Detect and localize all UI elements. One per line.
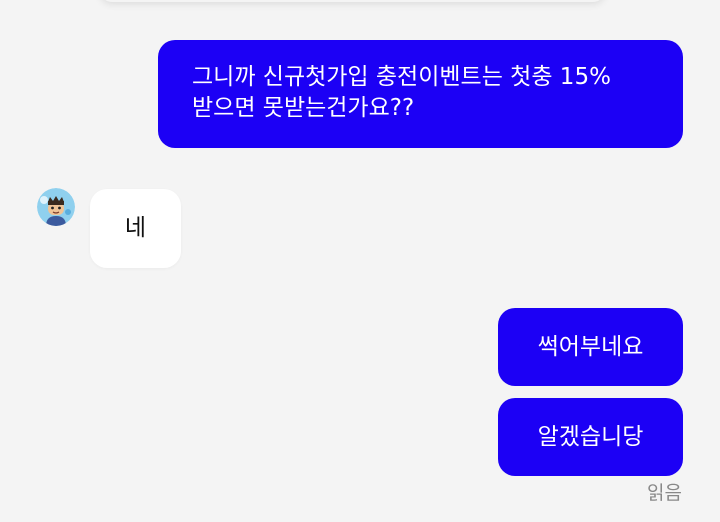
message-text-line: 그니까 신규첫가입 충전이벤트는 첫충 15% [192,64,611,90]
message-text-line: 받으면 못받는건가요?? [192,95,415,121]
message-text: 썩어부네요 [537,333,644,360]
incoming-message-bubble[interactable]: 네 [90,189,181,268]
read-receipt-status: 읽음 [647,482,682,504]
outgoing-message-bubble[interactable]: 알겠습니당 [498,398,683,476]
message-text: 알겠습니당 [537,423,644,450]
cartoon-character-avatar-icon [37,188,75,226]
avatar[interactable] [37,188,75,226]
outgoing-message-bubble[interactable]: 그니까 신규첫가입 충전이벤트는 첫충 15% 받으면 못받는건가요?? [158,40,683,148]
outgoing-message-bubble[interactable]: 썩어부네요 [498,308,683,386]
previous-message-edge [100,0,605,2]
message-text: 네 [124,215,147,241]
